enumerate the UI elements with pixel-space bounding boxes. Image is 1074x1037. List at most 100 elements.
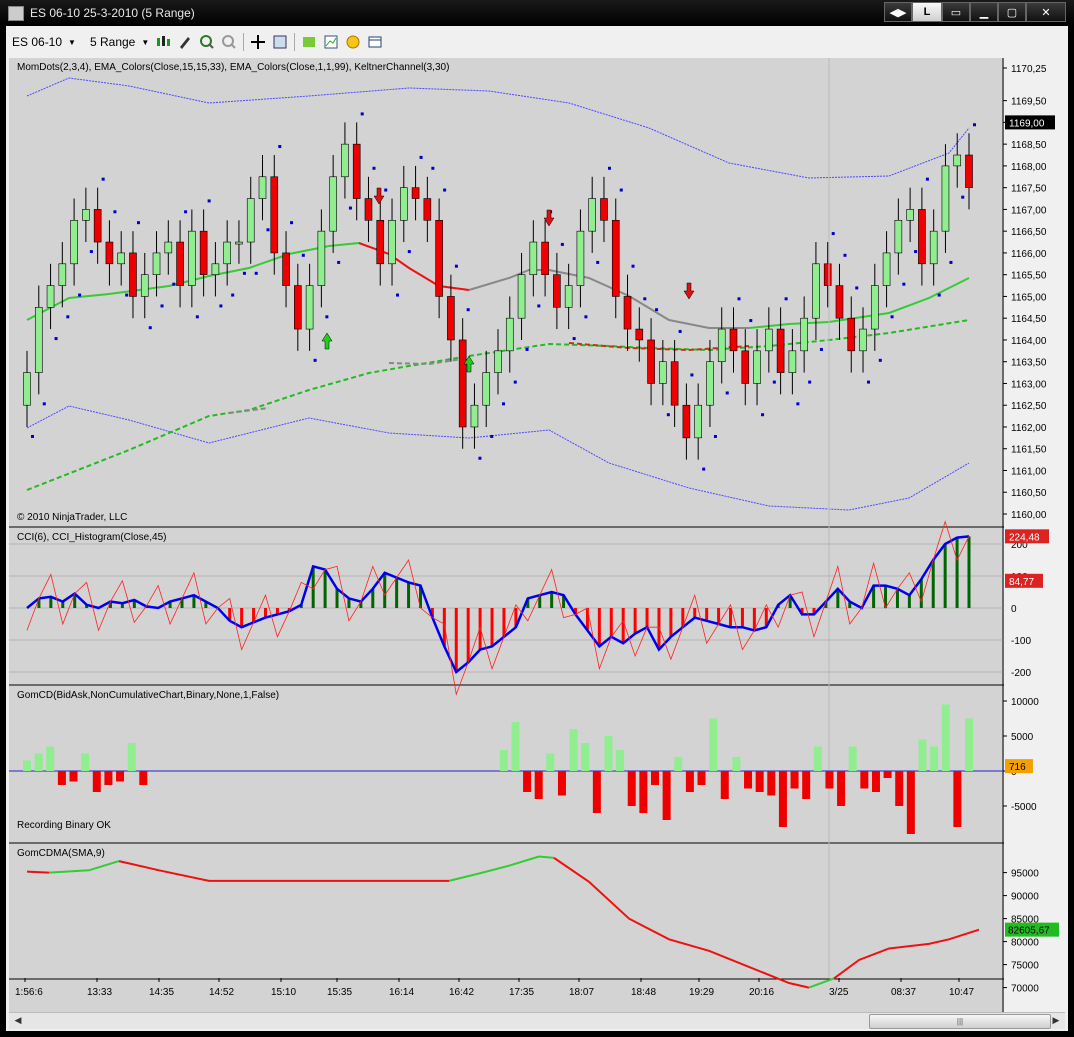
- candle: [93, 209, 102, 243]
- gomcd-bar: [755, 771, 764, 792]
- mom-dot: [537, 304, 541, 308]
- toolbar-separator: [243, 33, 245, 51]
- candle: [223, 241, 231, 265]
- panel-cci: [9, 528, 1003, 684]
- mom-dot: [643, 297, 647, 301]
- gomcd-bar: [651, 771, 659, 785]
- cci-tick-label: -100: [1011, 636, 1031, 647]
- candle: [929, 230, 938, 265]
- gomcd-bar: [778, 771, 787, 827]
- scroll-left-icon[interactable]: ◀: [11, 1014, 25, 1027]
- instrument-label: ES 06-10: [12, 35, 63, 49]
- mom-dot: [878, 358, 882, 362]
- price-tick-label: 1162,00: [1011, 423, 1047, 434]
- mom-dot: [572, 337, 576, 341]
- price-tick-label: 1163,00: [1011, 379, 1047, 390]
- chart-canvas[interactable]: 1170,25 1169,50 1169,00 1168,50 1168,00 1167,…: [9, 58, 1067, 1013]
- candle: [447, 296, 455, 341]
- time-label: 16:42: [449, 987, 474, 998]
- time-label: 14:52: [209, 987, 234, 998]
- candle: [564, 285, 573, 308]
- mom-dot: [242, 271, 246, 275]
- period-selector[interactable]: 5 Range ▼: [90, 35, 149, 49]
- candle: [164, 241, 173, 254]
- mom-dot: [655, 308, 659, 312]
- candle: [776, 328, 785, 373]
- mom-dot: [184, 210, 188, 214]
- candle: [376, 219, 385, 265]
- candle: [46, 285, 55, 308]
- money-icon[interactable]: [345, 34, 361, 50]
- mom-dot: [902, 282, 906, 286]
- gomcd-bar: [848, 746, 857, 771]
- gomcd-bar: [511, 722, 520, 771]
- back-icon[interactable]: ◀▶: [884, 2, 912, 22]
- mom-dot: [831, 232, 835, 236]
- gomcd-bar: [685, 771, 694, 792]
- mom-dot: [66, 315, 70, 319]
- mom-dot: [396, 293, 400, 297]
- gomcd-bar: [744, 771, 753, 789]
- data-box-icon[interactable]: [367, 34, 383, 50]
- candle: [953, 154, 962, 167]
- time-label: 15:10: [271, 987, 296, 998]
- gomcd-bar: [139, 771, 148, 785]
- window-title: ES 06-10 25-3-2010 (5 Range): [30, 6, 195, 20]
- mom-dot: [254, 271, 258, 275]
- zoom-in-icon[interactable]: [199, 34, 215, 50]
- candle: [470, 404, 479, 428]
- scroll-right-icon[interactable]: ▶: [1049, 1014, 1063, 1027]
- crosshair-icon[interactable]: [250, 34, 266, 50]
- gomcd-bar: [697, 771, 706, 785]
- instrument-selector[interactable]: ES 06-10 ▼: [12, 35, 76, 49]
- candle: [70, 219, 78, 265]
- gomcd-panel-label: GomCD(BidAsk,NonCumulativeChart,Binary,N…: [17, 690, 279, 701]
- candle: [82, 209, 90, 221]
- price-tick-label: 1165,50: [1011, 271, 1047, 282]
- zoom-out-icon[interactable]: [221, 34, 237, 50]
- price-tick-label: 1160,00: [1011, 510, 1047, 521]
- unlink-icon[interactable]: ▭: [942, 2, 970, 22]
- close-button[interactable]: ✕: [1026, 2, 1066, 22]
- mom-dot: [431, 166, 435, 170]
- mom-dot: [384, 188, 388, 192]
- copyright-label: © 2010 NinjaTrader, LLC: [17, 512, 127, 523]
- horizontal-scrollbar[interactable]: ◀ ||| ▶: [9, 1012, 1065, 1029]
- mom-dot: [890, 315, 894, 319]
- pencil-icon[interactable]: [177, 34, 193, 50]
- strategy-icon[interactable]: [301, 34, 317, 50]
- chart-area[interactable]: 1170,25 1169,50 1169,00 1168,50 1168,00 1167,…: [9, 58, 1067, 1013]
- candle: [694, 404, 702, 439]
- candle: [882, 252, 891, 286]
- time-label: 3/25: [829, 987, 849, 998]
- gomcd-bar: [581, 743, 590, 771]
- minimize-button[interactable]: ▁: [970, 2, 998, 22]
- candle: [282, 252, 290, 286]
- candle: [647, 339, 655, 384]
- time-label: 17:35: [509, 987, 534, 998]
- mom-dot: [490, 434, 494, 438]
- candle: [176, 241, 184, 286]
- candle: [576, 230, 585, 286]
- candle: [317, 230, 326, 286]
- mom-dot: [949, 260, 953, 264]
- gomcd-bar: [767, 771, 776, 796]
- mom-dot: [937, 293, 941, 297]
- gomcd-bar: [569, 729, 578, 771]
- mom-dot: [136, 221, 140, 225]
- mom-dot: [713, 434, 717, 438]
- mom-dot: [219, 304, 223, 308]
- gomcd-bar: [92, 771, 101, 792]
- gomcd-badge-label: 716: [1009, 762, 1026, 773]
- bar-type-icon[interactable]: [155, 34, 171, 50]
- scroll-thumb[interactable]: |||: [869, 1014, 1051, 1029]
- cci-badge-lo-label: 84,77: [1009, 577, 1034, 588]
- mom-dot: [560, 242, 564, 246]
- candle: [423, 198, 432, 221]
- chart-trader-icon[interactable]: [323, 34, 339, 50]
- mom-dot: [125, 293, 129, 297]
- maximize-button[interactable]: ▢: [998, 2, 1026, 22]
- properties-icon[interactable]: [272, 34, 288, 50]
- lock-button[interactable]: L: [912, 2, 942, 22]
- mom-dot: [348, 206, 352, 210]
